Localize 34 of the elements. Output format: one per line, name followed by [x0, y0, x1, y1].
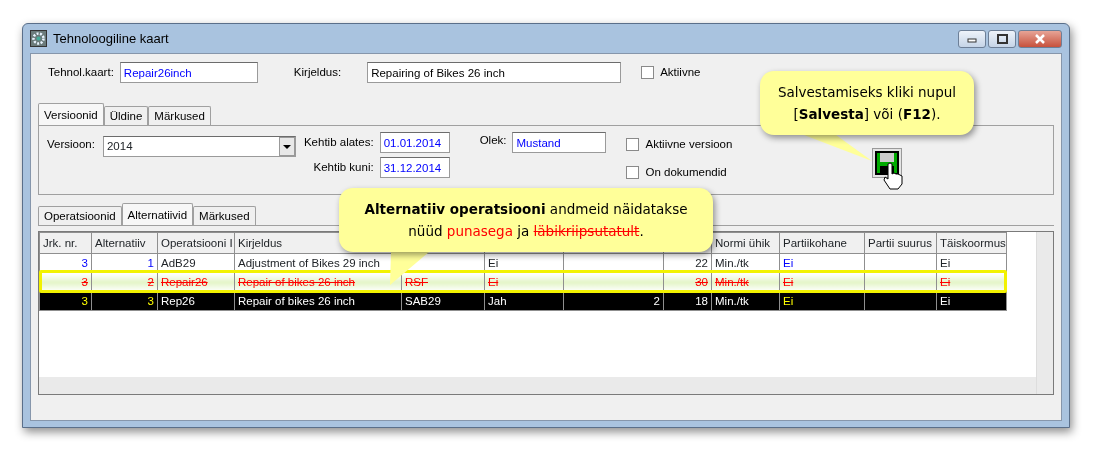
field-label: Olek:: [479, 133, 507, 148]
field-label: Kehtib kuni:: [313, 159, 374, 175]
column-header: Normi ühik: [711, 232, 780, 254]
tab[interactable]: Märkused: [148, 106, 211, 125]
field-label: Versioon:: [47, 137, 95, 152]
callout-text: Salvestamiseks kliki nupul [Salvesta] või (F12).: [777, 84, 956, 122]
column-header: Alternatiiv: [91, 232, 158, 254]
table-cell: 3: [39, 253, 92, 273]
field-label: Kirjeldus:: [293, 64, 342, 80]
date-field[interactable]: 31.12.2014: [379, 157, 450, 178]
date-field[interactable]: 01.01.2014: [379, 132, 450, 153]
table-cell: 3: [39, 291, 92, 311]
checkbox-label: On dokumendid: [645, 165, 727, 181]
field-label: Tehnol.kaart:: [48, 64, 114, 80]
column-header: Partiikohane: [779, 232, 865, 254]
tab[interactable]: Märkused: [193, 206, 256, 225]
column-header: Jrk. nr.: [39, 232, 92, 254]
column-header: Operatsiooni I: [157, 232, 235, 254]
checkbox-label: Aktiivne: [660, 64, 701, 80]
column-header: Partii suurus: [864, 232, 937, 254]
table-row[interactable]: 3 2 Repair26 Repair of bikes 26 inch RSF Ei 30 Min./tk Ei Ei: [39, 272, 1007, 292]
input-field[interactable]: Repairing of Bikes 26 inch: [367, 62, 622, 83]
tab[interactable]: Üldine: [103, 106, 149, 125]
input-field[interactable]: Repair26inch: [119, 62, 258, 83]
table-row[interactable]: 3 3 Rep26 Repair of bikes 26 inch SAB29 Jah 2 18 Min./tk Ei Ei: [39, 291, 1007, 311]
window-title: Tehnoloogiline kaart: [53, 29, 169, 48]
tab[interactable]: Operatsioonid: [38, 206, 122, 225]
column-header: Täiskoormus: [936, 232, 1007, 254]
version-dropdown[interactable]: 2014: [102, 136, 296, 157]
tab[interactable]: Versioonid: [38, 103, 104, 125]
field-label: Kehtib alates:: [303, 134, 374, 150]
checkbox-label: Aktiivne versioon: [645, 137, 733, 152]
input-field[interactable]: Mustand: [512, 132, 607, 153]
tab[interactable]: Alternatiivid: [121, 203, 194, 225]
